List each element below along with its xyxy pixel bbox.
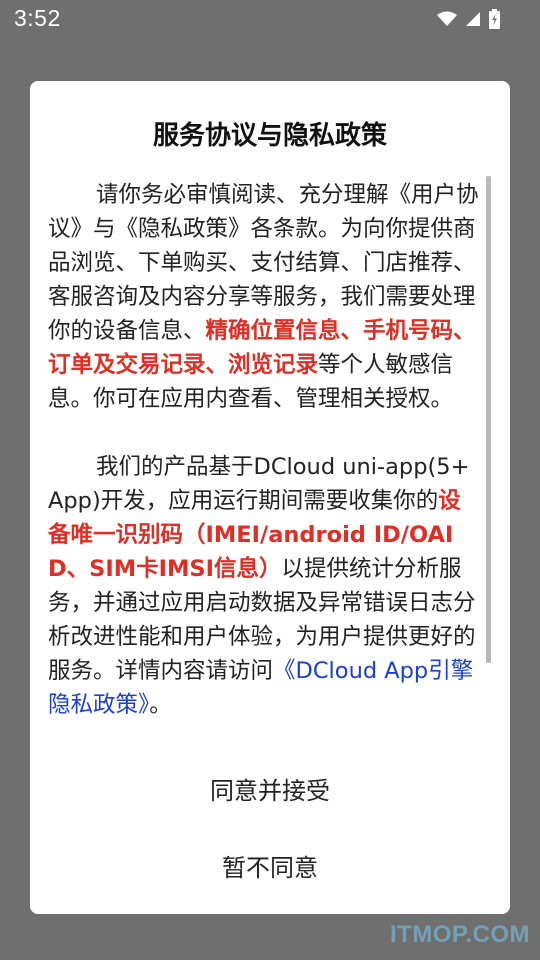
privacy-dialog: 服务协议与隐私政策 请你务必审慎阅读、充分理解《用户协议》与《隐私政策》各条款。… [30, 81, 510, 914]
paragraph-permissions: 请你务必审慎阅读、充分理解《用户协议》与《隐私政策》各条款。为向你提供商品浏览、… [48, 178, 482, 416]
decline-button[interactable]: 暂不同意 [30, 848, 510, 883]
status-bar: 3:52 [0, 0, 540, 38]
watermark: ITMOP.COM [389, 921, 530, 948]
dialog-content: 请你务必审慎阅读、充分理解《用户协议》与《隐私政策》各条款。为向你提供商品浏览、… [48, 178, 482, 722]
paragraph-dcloud: 我们的产品基于DCloud uni-app(5+ App)开发，应用运行期间需要… [48, 450, 482, 722]
dialog-title: 服务协议与隐私政策 [152, 121, 387, 151]
battery-charging-icon [489, 9, 500, 29]
status-time: 3:52 [14, 5, 61, 31]
content-scrollbar[interactable] [486, 176, 491, 663]
wifi-icon [437, 11, 457, 26]
accept-button[interactable]: 同意并接受 [30, 771, 510, 806]
paragraph2-text-end: 。 [149, 692, 172, 718]
status-icons [437, 7, 500, 31]
cellular-signal-icon [466, 12, 480, 26]
paragraph2-text: 我们的产品基于DCloud uni-app(5+ App)开发，应用运行期间需要… [48, 454, 470, 514]
